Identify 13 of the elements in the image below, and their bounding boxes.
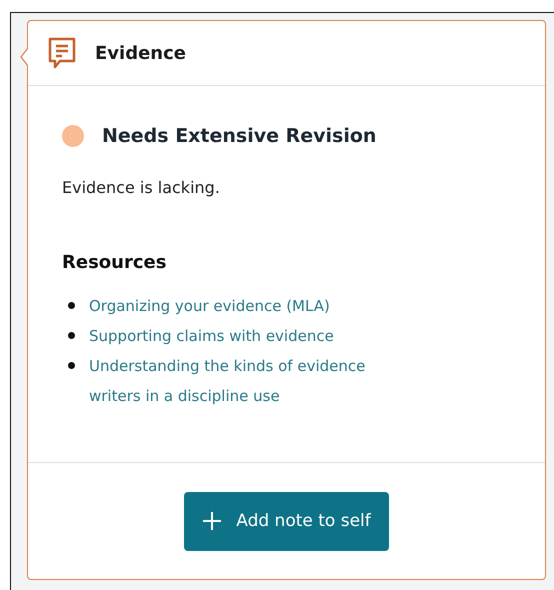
bullet-icon <box>68 332 75 339</box>
add-note-button[interactable]: Add note to self <box>184 492 389 550</box>
resource-link[interactable]: Understanding the kinds of evidence writers in a discipline use <box>89 351 419 411</box>
feedback-text: Evidence is lacking. <box>62 178 221 197</box>
plus-icon <box>202 511 222 531</box>
bullet-icon <box>68 362 75 369</box>
bullet-icon <box>68 302 75 309</box>
comment-icon <box>47 37 77 69</box>
status-label: Needs Extensive Revision <box>102 125 376 147</box>
resources-heading: Resources <box>62 252 168 273</box>
panel-title: Evidence <box>95 42 186 64</box>
resource-link[interactable]: Supporting claims with evidence <box>89 321 419 351</box>
resource-link[interactable]: Organizing your evidence (MLA) <box>89 291 419 321</box>
